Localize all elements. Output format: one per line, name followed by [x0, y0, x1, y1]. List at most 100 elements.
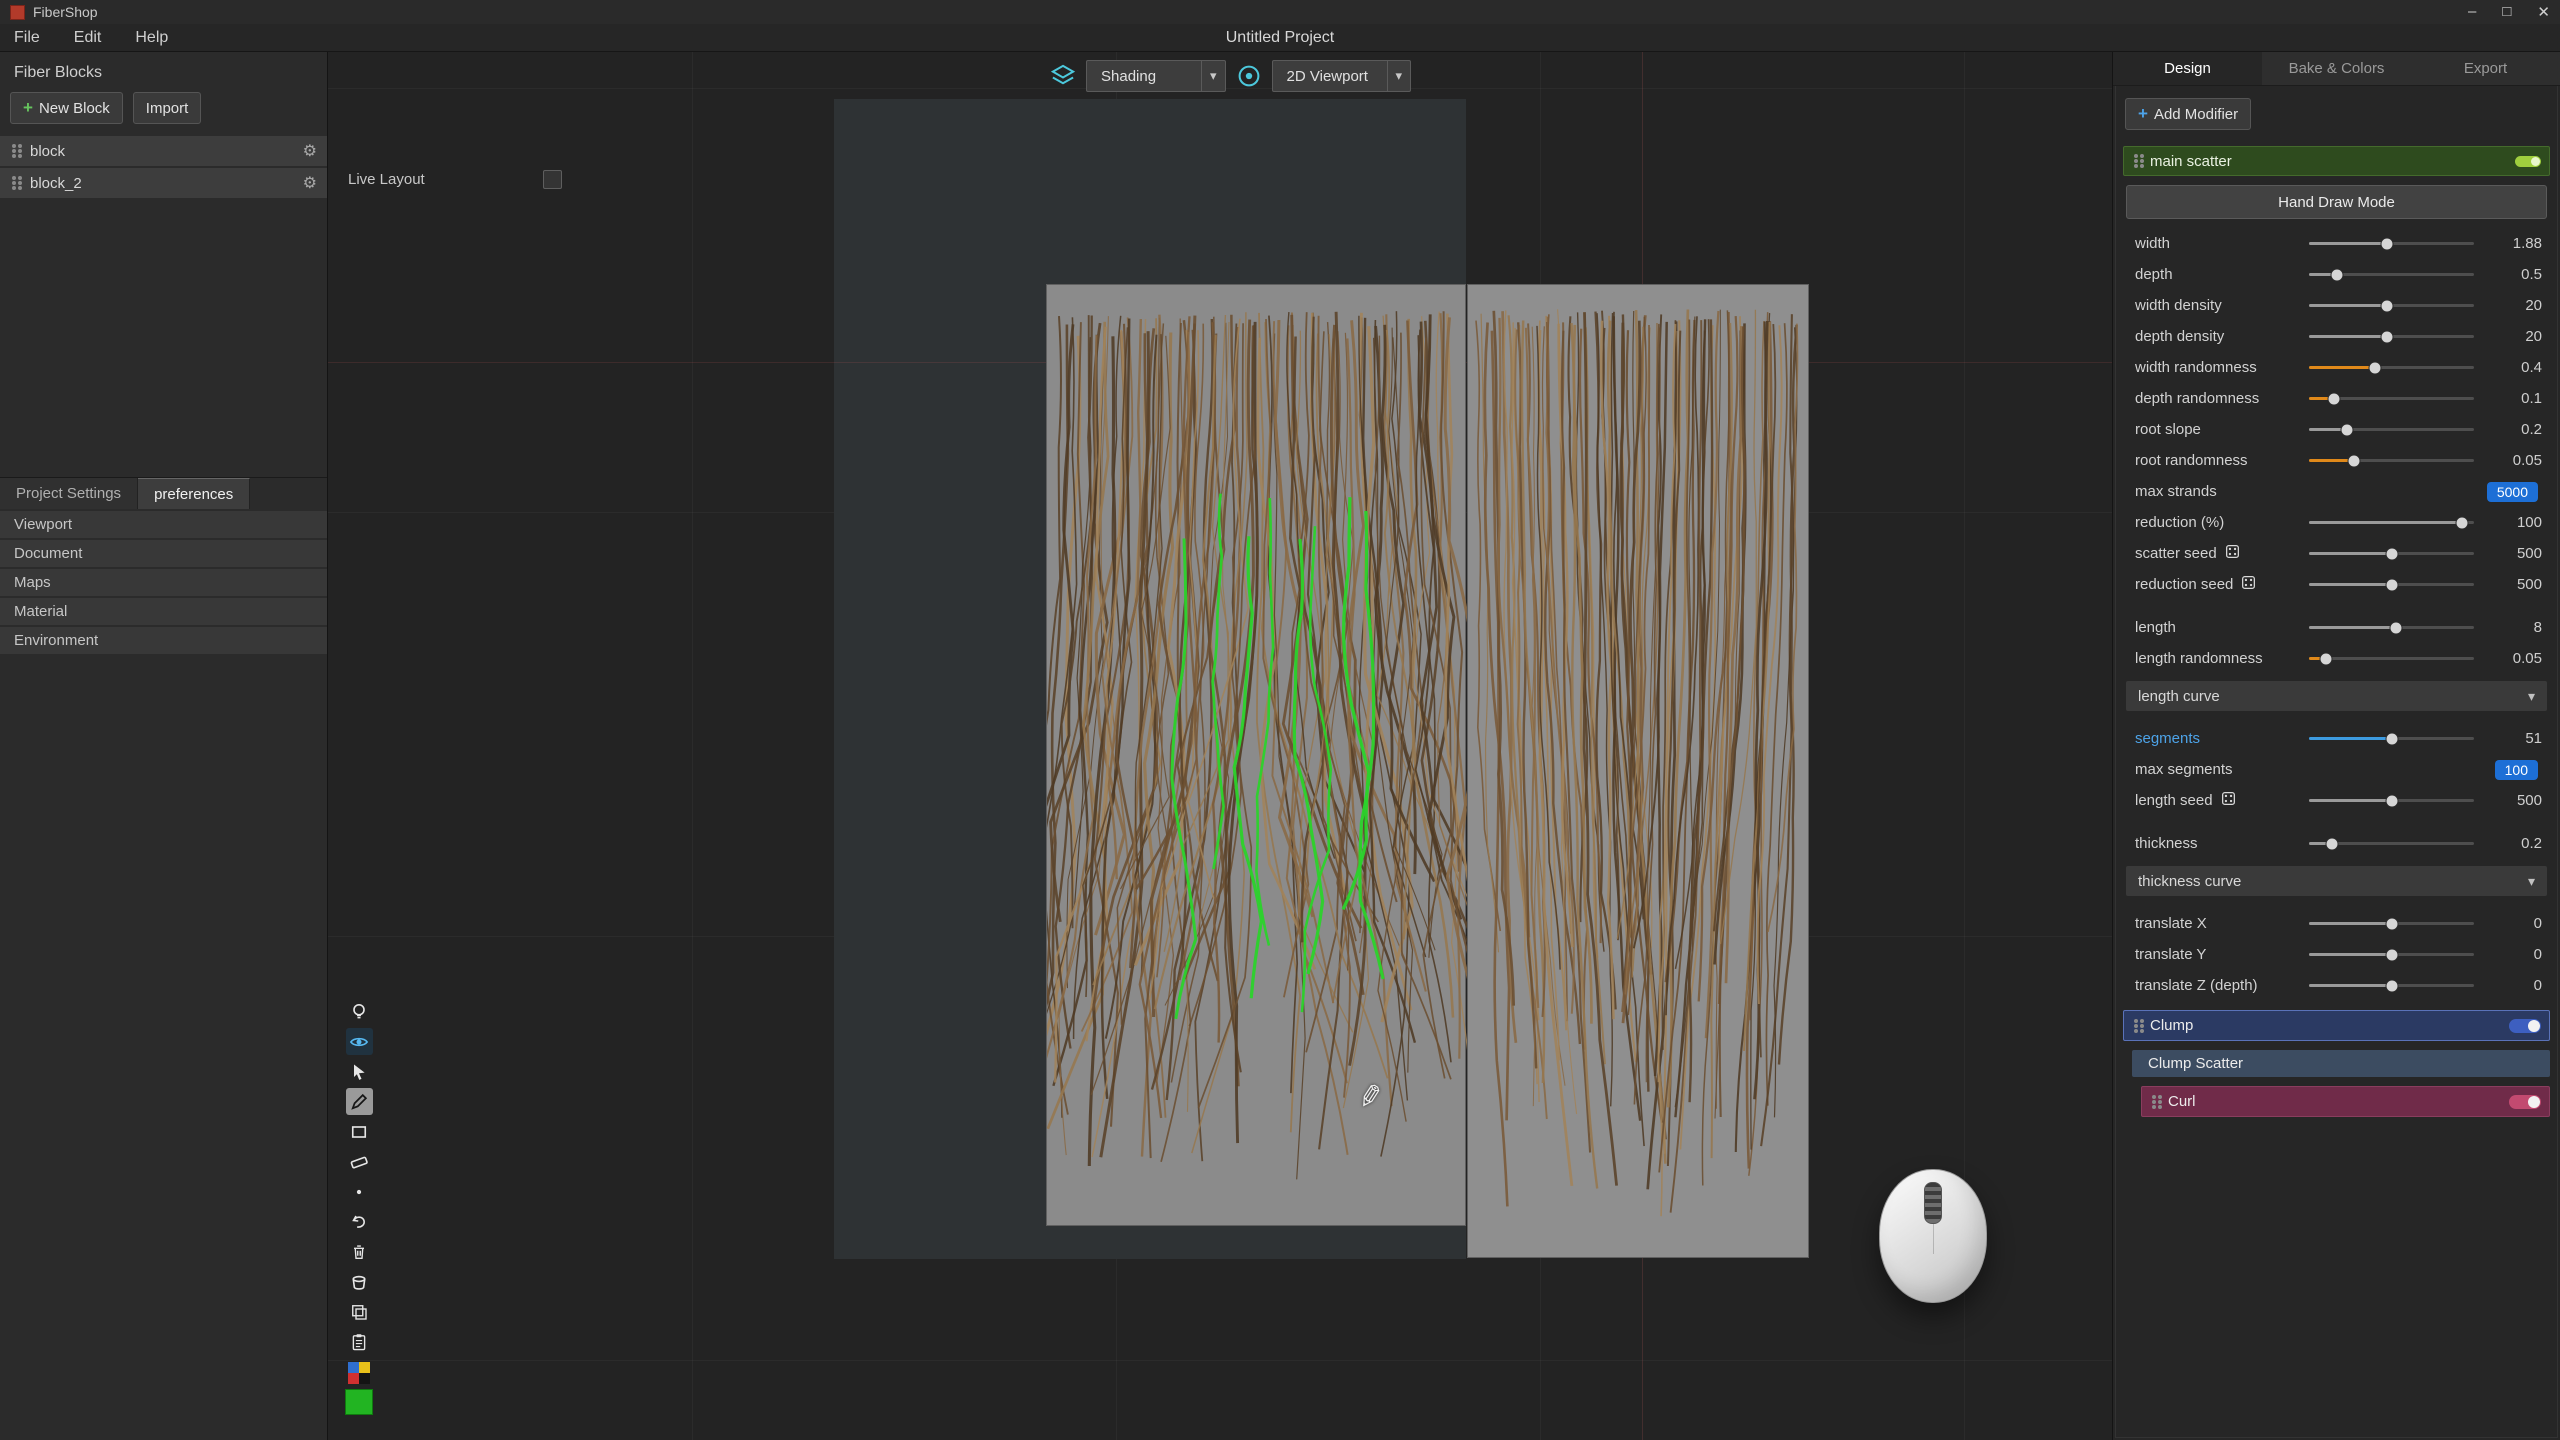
value-chip[interactable]: 100	[2495, 760, 2538, 780]
slider-width-randomness[interactable]	[2309, 366, 2474, 369]
pen-icon[interactable]	[346, 1088, 373, 1115]
close-button[interactable]: ✕	[2537, 3, 2550, 21]
slider-knob[interactable]	[2385, 794, 2398, 807]
menu-edit[interactable]: Edit	[74, 29, 102, 47]
tab-export[interactable]: Export	[2411, 52, 2560, 85]
slider-thickness[interactable]	[2309, 842, 2474, 845]
dot-icon[interactable]	[346, 1178, 373, 1205]
settings-item-viewport[interactable]: Viewport	[0, 511, 327, 538]
slider-knob[interactable]	[2369, 361, 2382, 374]
slider-knob[interactable]	[2319, 652, 2332, 665]
dropdown-thickness-curve[interactable]: thickness curve▾	[2126, 866, 2547, 896]
tab-bake-colors[interactable]: Bake & Colors	[2262, 52, 2411, 85]
slider-knob[interactable]	[2385, 578, 2398, 591]
slider-translate-z-depth-[interactable]	[2309, 984, 2474, 987]
new-block-button[interactable]: + New Block	[10, 92, 123, 124]
slider-knob[interactable]	[2385, 547, 2398, 560]
value-chip[interactable]: 5000	[2487, 482, 2538, 502]
settings-item-environment[interactable]: Environment	[0, 627, 327, 654]
main-scatter-toggle[interactable]	[2515, 156, 2541, 167]
slider-knob[interactable]	[2331, 268, 2344, 281]
block-row[interactable]: block ⚙	[0, 136, 327, 166]
undo-icon[interactable]	[346, 1208, 373, 1235]
tab-preferences[interactable]: preferences	[138, 478, 250, 509]
drag-handle-icon	[2134, 1019, 2138, 1023]
block-row[interactable]: block_2 ⚙	[0, 168, 327, 198]
menu-help[interactable]: Help	[135, 29, 168, 47]
gear-icon[interactable]: ⚙	[303, 173, 317, 193]
slider-width-density[interactable]	[2309, 304, 2474, 307]
eye-icon[interactable]	[346, 1028, 373, 1055]
slider-depth-density[interactable]	[2309, 335, 2474, 338]
dice-seed-icon[interactable]	[2220, 790, 2237, 811]
modifier-clump-scatter-header[interactable]: Clump Scatter	[2132, 1050, 2550, 1077]
slider-width[interactable]	[2309, 242, 2474, 245]
slider-knob[interactable]	[2380, 299, 2393, 312]
trash-icon[interactable]	[346, 1238, 373, 1265]
dice-seed-icon[interactable]	[2224, 543, 2241, 564]
menu-file[interactable]: File	[14, 29, 40, 47]
slider-length-randomness[interactable]	[2309, 657, 2474, 660]
slider-knob[interactable]	[2327, 392, 2340, 405]
slider-depth[interactable]	[2309, 273, 2474, 276]
copy-icon[interactable]	[346, 1298, 373, 1325]
bucket-icon[interactable]	[346, 1268, 373, 1295]
slider-length[interactable]	[2309, 626, 2474, 629]
slider-knob[interactable]	[2385, 917, 2398, 930]
settings-item-document[interactable]: Document	[0, 540, 327, 567]
tab-design[interactable]: Design	[2113, 52, 2262, 85]
slider-depth-randomness[interactable]	[2309, 397, 2474, 400]
lightbulb-icon[interactable]	[346, 998, 373, 1025]
hair-card-right[interactable]	[1467, 284, 1809, 1258]
dropdown-length-curve[interactable]: length curve▾	[2126, 681, 2547, 711]
slider-scatter-seed[interactable]	[2309, 552, 2474, 555]
viewport-mode-icon[interactable]	[1236, 63, 1262, 89]
maximize-button[interactable]: □	[2502, 3, 2511, 21]
left-panel: Fiber Blocks + New Block Import block ⚙	[0, 52, 328, 1440]
eraser-icon[interactable]	[346, 1148, 373, 1175]
slider-segments[interactable]	[2309, 737, 2474, 740]
slider-translate-x[interactable]	[2309, 922, 2474, 925]
hair-card-left[interactable]	[1046, 284, 1466, 1226]
shading-select[interactable]: Shading ▾	[1086, 60, 1226, 92]
slider-knob[interactable]	[2380, 330, 2393, 343]
modifier-clump-header[interactable]: Clump	[2123, 1010, 2550, 1041]
slider-knob[interactable]	[2326, 837, 2339, 850]
modifier-main-scatter-header[interactable]: main scatter	[2123, 146, 2550, 176]
slider-knob[interactable]	[2385, 948, 2398, 961]
view-mode-select[interactable]: 2D Viewport ▾	[1272, 60, 1412, 92]
dice-seed-icon[interactable]	[2240, 574, 2257, 595]
slider-knob[interactable]	[2347, 454, 2360, 467]
slider-reduction-[interactable]	[2309, 521, 2474, 524]
tab-project-settings[interactable]: Project Settings	[0, 478, 138, 509]
slider-reduction-seed[interactable]	[2309, 583, 2474, 586]
gear-icon[interactable]: ⚙	[303, 141, 317, 161]
slider-root-randomness[interactable]	[2309, 459, 2474, 462]
settings-item-material[interactable]: Material	[0, 598, 327, 625]
swatch-quad-icon[interactable]	[348, 1362, 370, 1384]
live-layout-checkbox[interactable]	[543, 170, 562, 189]
slider-translate-y[interactable]	[2309, 953, 2474, 956]
green-swatch-icon[interactable]	[345, 1389, 373, 1415]
layers-icon[interactable]	[1050, 63, 1076, 89]
slider-knob[interactable]	[2340, 423, 2353, 436]
slider-knob[interactable]	[2390, 621, 2403, 634]
add-modifier-button[interactable]: + Add Modifier	[2125, 98, 2251, 130]
clipboard-icon[interactable]	[346, 1328, 373, 1355]
slider-root-slope[interactable]	[2309, 428, 2474, 431]
viewport[interactable]: Shading ▾ 2D Viewport ▾ Live Layout ✎	[328, 52, 2112, 1440]
minimize-button[interactable]: –	[2468, 3, 2476, 21]
curl-toggle[interactable]	[2509, 1095, 2541, 1109]
slider-knob[interactable]	[2385, 979, 2398, 992]
modifier-curl-header[interactable]: Curl	[2141, 1086, 2550, 1117]
slider-knob[interactable]	[2456, 516, 2469, 529]
settings-item-maps[interactable]: Maps	[0, 569, 327, 596]
clump-toggle[interactable]	[2509, 1019, 2541, 1033]
rectangle-icon[interactable]	[346, 1118, 373, 1145]
slider-length-seed[interactable]	[2309, 799, 2474, 802]
import-button[interactable]: Import	[133, 92, 202, 124]
slider-knob[interactable]	[2380, 237, 2393, 250]
hand-draw-mode-button[interactable]: Hand Draw Mode	[2126, 185, 2547, 219]
slider-knob[interactable]	[2385, 732, 2398, 745]
cursor-icon[interactable]	[346, 1058, 373, 1085]
